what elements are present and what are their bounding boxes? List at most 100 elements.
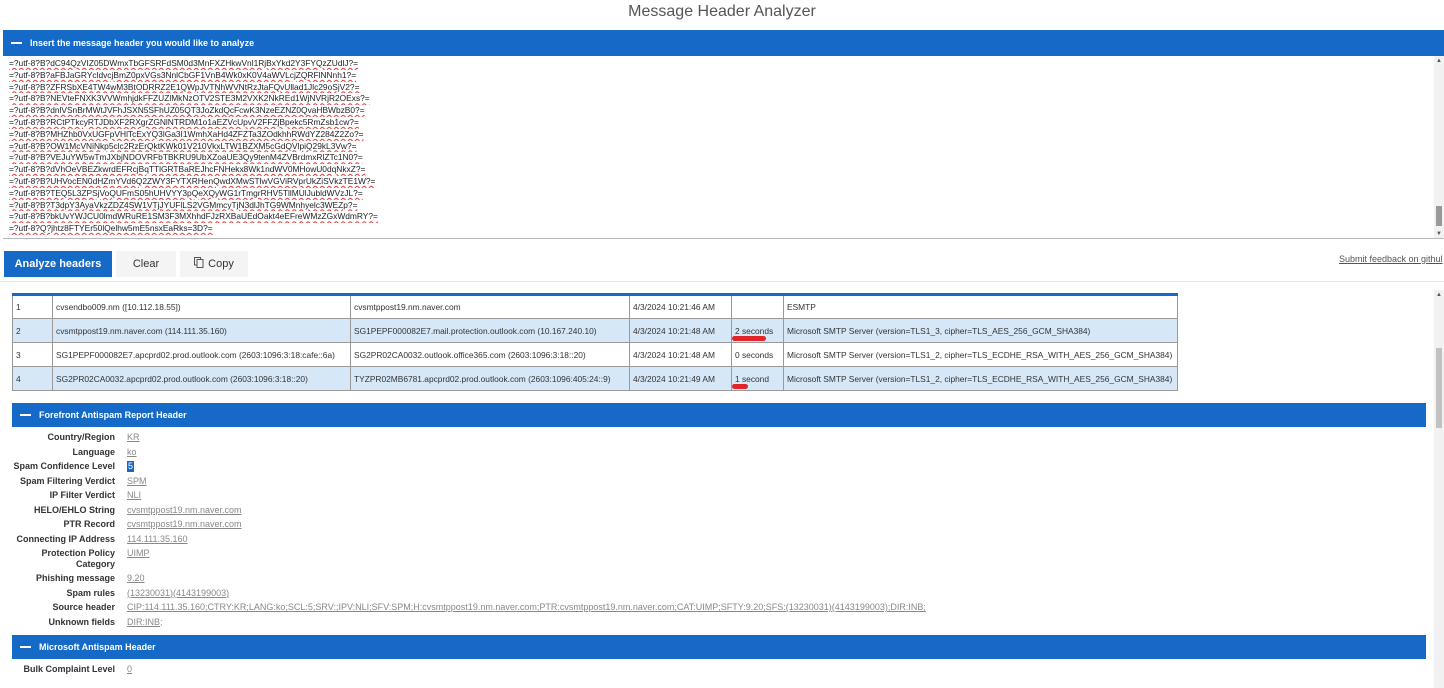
hop-time-cell: 4/3/2024 10:21:46 AM	[629, 294, 732, 319]
results-panel: 1 cvsendbo009.nm ([10.112.18.55]) cvsmtppo…	[0, 290, 1434, 688]
field-key: PTR Record	[63, 519, 115, 529]
field-value[interactable]: UIMP	[127, 548, 150, 559]
hop-delay-text: 2 seconds	[735, 325, 774, 336]
field-row: Language ko	[12, 447, 926, 462]
copy-button[interactable]: Copy	[180, 251, 248, 277]
field-value[interactable]: 5	[127, 461, 135, 472]
page-scrollbar[interactable]: ▲	[1434, 290, 1444, 688]
hop-delay-text: 0 seconds	[735, 349, 774, 360]
hop-with-cell: Microsoft SMTP Server (version=TLS1_2, c…	[783, 366, 1178, 391]
field-value[interactable]: DIR:INB;	[127, 617, 163, 628]
header-line: =?utf-8?B?dC94QzVIZ05DWmxTbGFSRFdSM0d3Mn…	[9, 58, 359, 68]
field-key: Unknown fields	[48, 616, 115, 627]
input-section-title: Insert the message header you would like…	[30, 38, 255, 48]
scroll-thumb[interactable]	[1436, 348, 1442, 428]
collapse-icon[interactable]	[20, 414, 31, 416]
collapse-icon[interactable]	[11, 42, 22, 44]
header-line: =?utf-8?B?OW1McVNiNkp5clc2RzErQktKWk01V2…	[9, 140, 357, 151]
hop-num-cell: 2	[12, 318, 53, 343]
field-value[interactable]: CIP:114.111.35.160;CTRY:KR;LANG:ko;SCL:5…	[127, 602, 926, 613]
field-value[interactable]: 0	[127, 664, 132, 675]
hop-delay-cell: 1 second	[731, 366, 784, 391]
header-line: =?utf-8?B?TEQ5L3ZPSjVoQUFmS05hUHVYY3pQeX…	[9, 187, 363, 198]
microsoft-antispam-section-header[interactable]: Microsoft Antispam Header	[12, 635, 1426, 659]
highlight-mark	[732, 336, 766, 341]
hop-delay-cell: 2 seconds	[731, 318, 784, 343]
forefront-section-title: Forefront Antispam Report Header	[39, 410, 187, 420]
header-line: =?utf-8?B?MHZhb0VxUGFpVHlTcExYQ3lGa3I1Wm…	[9, 128, 364, 139]
hop-num-cell: 1	[12, 294, 53, 319]
field-value[interactable]: 114.111.35.160	[127, 534, 188, 545]
header-line: =?utf-8?B?UHVocEN0dHZmYVd6Q2ZWY3FYTXRHen…	[9, 175, 376, 186]
hop-row: 1 cvsendbo009.nm ([10.112.18.55]) cvsmtppo…	[12, 294, 1178, 319]
field-row: Spam Confidence Level 5	[12, 461, 926, 476]
hop-time-cell: 4/3/2024 10:21:48 AM	[629, 318, 732, 343]
hop-from-cell: SG1PEPF000082E7.apcprd02.prod.outlook.co…	[52, 342, 351, 367]
scroll-thumb[interactable]	[1436, 206, 1442, 226]
hop-by-cell: SG2PR02CA0032.outlook.office365.com (260…	[350, 342, 630, 367]
field-value[interactable]: KR	[127, 432, 140, 443]
header-line: =?utf-8?Q?jhtz8FTYEr50lQelhw5mE5nsxEaRks…	[9, 223, 213, 234]
field-key: Spam rules	[66, 587, 115, 598]
hop-by-cell: TYZPR02MB6781.apcprd02.prod.outlook.com …	[350, 366, 630, 391]
field-value[interactable]: ko	[127, 447, 137, 458]
microsoft-antispam-section-title: Microsoft Antispam Header	[39, 642, 156, 652]
hop-num-cell: 4	[12, 366, 53, 391]
field-value[interactable]: 9.20	[127, 573, 145, 584]
field-row: Unknown fields DIR:INB;	[12, 617, 926, 632]
forefront-fields: Country/Region KR Language ko Spam Confidenc…	[12, 432, 926, 632]
hop-delay-cell: 0 seconds	[731, 342, 784, 367]
hop-from-cell: cvsendbo009.nm ([10.112.18.55])	[52, 294, 351, 319]
header-line: =?utf-8?B?NEVteFNXK3VVWmhjdkFFZUZlMkNzOT…	[9, 93, 370, 104]
field-key: Spam Confidence Level	[13, 461, 115, 471]
copy-label: Copy	[208, 258, 234, 270]
field-key: Language	[72, 446, 115, 457]
field-row: Bulk Complaint Level 0	[12, 664, 132, 679]
hop-num-cell: 3	[12, 342, 53, 367]
input-section-header[interactable]: Insert the message header you would like…	[3, 30, 1444, 56]
microsoft-antispam-fields: Bulk Complaint Level 0	[12, 664, 132, 679]
hop-row: 4 SG2PR02CA0032.apcprd02.prod.outlook.com…	[12, 366, 1178, 391]
hop-by-cell: cvsmtppost19.nm.naver.com	[350, 294, 630, 319]
scroll-up-icon[interactable]: ▲	[1436, 292, 1442, 298]
field-key: Protection Policy Category	[41, 548, 115, 569]
clear-button[interactable]: Clear	[116, 251, 176, 277]
field-row: Phishing message 9.20	[12, 573, 926, 588]
received-hops-table: 1 cvsendbo009.nm ([10.112.18.55]) cvsmtppo…	[12, 293, 1178, 391]
field-value[interactable]: cvsmtppost19.nm.naver.com	[127, 505, 242, 516]
field-key: Connecting IP Address	[16, 533, 115, 544]
header-line: =?utf-8?B?bkUvYWJCU0lmdWRuRE1SM3F3MXhhdF…	[9, 211, 378, 222]
collapse-icon[interactable]	[20, 646, 31, 648]
field-key: IP Filter Verdict	[49, 490, 115, 500]
field-value[interactable]: SPM	[127, 476, 147, 487]
forefront-section-header[interactable]: Forefront Antispam Report Header	[12, 403, 1426, 427]
field-row: Spam Filtering Verdict SPM	[12, 476, 926, 491]
textarea-scrollbar[interactable]: ▲ ▼	[1434, 56, 1444, 238]
analyze-headers-button[interactable]: Analyze headers	[4, 251, 112, 277]
hop-row: 2 cvsmtppost19.nm.naver.com (114.111.35.1…	[12, 318, 1178, 343]
page-title: Message Header Analyzer	[628, 3, 816, 20]
submit-feedback-link[interactable]: Submit feedback on githul	[1339, 254, 1443, 264]
field-key: Spam Filtering Verdict	[19, 475, 115, 486]
field-value[interactable]: NLI	[127, 490, 141, 501]
header-line: =?utf-8?B?T3dpY3AyaVkzZDZ4SW1VTjJYUFlLS2…	[9, 199, 358, 210]
hop-from-cell: cvsmtppost19.nm.naver.com (114.111.35.16…	[52, 318, 351, 343]
field-row: Country/Region KR	[12, 432, 926, 447]
field-value[interactable]: cvsmtppost19.nm.naver.com	[127, 519, 242, 530]
field-value[interactable]: (13230031)(4143199003)	[127, 588, 229, 599]
field-key: Country/Region	[47, 432, 116, 442]
hop-from-cell: SG2PR02CA0032.apcprd02.prod.outlook.com …	[52, 366, 351, 391]
copy-icon	[194, 257, 204, 271]
field-row: Source header CIP:114.111.35.160;CTRY:KR;…	[12, 602, 926, 617]
scroll-down-icon[interactable]: ▼	[1436, 231, 1442, 237]
header-text[interactable]: =?utf-8?B?dC94QzVIZ05DWmxTbGFSRFdSM0d3Mn…	[3, 56, 1444, 235]
field-key: Bulk Complaint Level	[23, 664, 115, 674]
scroll-up-icon[interactable]: ▲	[1436, 58, 1442, 64]
header-line: =?utf-8?B?RCtPTkcyRTJDbXF2RXgrZGNlNTRDM1…	[9, 116, 359, 127]
field-row: PTR Record cvsmtppost19.nm.naver.com	[12, 519, 926, 534]
header-input-textarea[interactable]: =?utf-8?B?dC94QzVIZ05DWmxTbGFSRFdSM0d3Mn…	[3, 56, 1444, 239]
field-key: Source header	[52, 602, 115, 612]
hop-delay-text: 1 second	[735, 373, 769, 384]
highlight-mark	[732, 384, 748, 389]
field-row: IP Filter Verdict NLI	[12, 490, 926, 505]
